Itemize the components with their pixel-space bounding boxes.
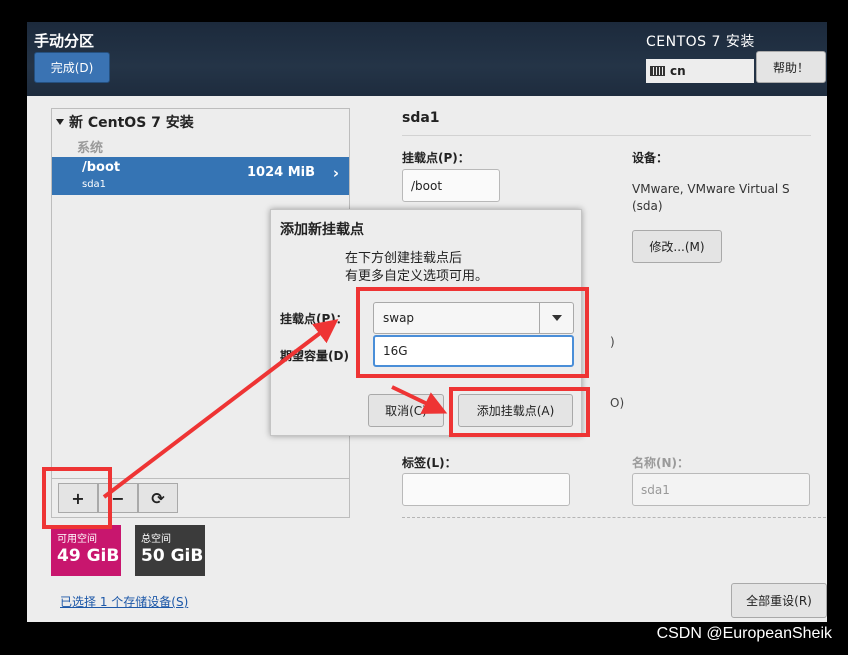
device-text: VMware, VMware Virtual S (sda) — [632, 181, 790, 215]
section-label-system: 系统 — [77, 141, 104, 156]
top-bar: 手动分区 完成(D) CENTOS 7 安装 cn 帮助！ — [27, 22, 827, 96]
mount-point-label: 挂载点(P)： — [402, 151, 470, 165]
chevron-right-icon: › — [332, 164, 339, 182]
device-label: 设备： — [632, 151, 669, 165]
remove-partition-button[interactable]: − — [98, 483, 138, 513]
available-space-value: 49 GiB — [57, 546, 120, 566]
device-text-line1: VMware, VMware Virtual S — [632, 182, 790, 196]
device-text-line2: (sda) — [632, 199, 663, 213]
total-space-box: 总空间 50 GiB — [135, 525, 205, 576]
partition-toolbar: + − ⟳ — [51, 478, 350, 518]
partition-size: 1024 MiB — [246, 165, 315, 180]
label-field[interactable] — [402, 473, 570, 506]
keyboard-layout-label: cn — [670, 64, 686, 78]
add-partition-button[interactable]: + — [58, 483, 98, 513]
total-space-value: 50 GiB — [141, 546, 204, 566]
done-button[interactable]: 完成(D) — [34, 52, 110, 83]
total-space-label: 总空间 — [141, 534, 171, 545]
expand-triangle-icon — [56, 119, 64, 125]
available-space-label: 可用空间 — [57, 534, 97, 545]
dialog-description: 在下方创建挂载点后 有更多自定义选项可用。 — [345, 250, 488, 286]
keyboard-layout-indicator[interactable]: cn — [646, 59, 754, 83]
page-title: 手动分区 — [34, 32, 95, 50]
add-mount-point-dialog: 添加新挂载点 在下方创建挂载点后 有更多自定义选项可用。 挂载点(P)： swa… — [270, 209, 582, 436]
partial-text-1: ) — [610, 335, 615, 349]
chevron-down-icon — [551, 315, 562, 321]
details-heading: sda1 — [402, 110, 440, 126]
dialog-mount-point-label: 挂载点(P)： — [280, 312, 348, 326]
combo-dropdown-button[interactable] — [539, 303, 573, 333]
keyboard-icon — [650, 66, 665, 76]
help-button[interactable]: 帮助！ — [756, 51, 826, 83]
add-mount-point-button[interactable]: 添加挂载点(A) — [458, 394, 573, 427]
partition-device: sda1 — [82, 179, 107, 190]
cancel-button[interactable]: 取消(C) — [368, 394, 444, 427]
storage-devices-link[interactable]: 已选择 1 个存储设备(S) — [60, 593, 188, 610]
install-tree-title: 新 CentOS 7 安装 — [69, 115, 194, 131]
partial-text-2: O) — [610, 396, 625, 410]
mount-point-field[interactable]: /boot — [402, 169, 500, 202]
label-field-label: 标签(L)： — [402, 456, 457, 470]
capacity-input[interactable]: 16G — [373, 335, 574, 367]
dialog-description-line2: 有更多自定义选项可用。 — [345, 269, 489, 284]
product-title: CENTOS 7 安装 — [646, 34, 755, 50]
refresh-button[interactable]: ⟳ — [138, 483, 178, 513]
mount-point-combo-value: swap — [383, 311, 415, 325]
dialog-capacity-label: 期望容量(D) — [280, 349, 349, 363]
details-divider — [402, 135, 811, 136]
partition-mount: /boot — [82, 160, 121, 175]
available-space-box: 可用空间 49 GiB — [51, 525, 121, 576]
reset-all-button[interactable]: 全部重设(R) — [731, 583, 827, 618]
modify-button[interactable]: 修改...(M) — [632, 230, 722, 263]
mount-point-combo[interactable]: swap — [373, 302, 574, 334]
install-tree-header[interactable]: 新 CentOS 7 安装 — [56, 112, 194, 132]
partition-row-boot[interactable]: /boot sda1 1024 MiB › — [52, 157, 349, 195]
dashed-divider — [402, 517, 826, 518]
watermark: CSDN @EuropeanSheik — [656, 625, 832, 642]
name-field-label: 名称(N)： — [632, 456, 690, 470]
dialog-title: 添加新挂载点 — [280, 222, 364, 238]
name-field[interactable]: sda1 — [632, 473, 810, 506]
dialog-description-line1: 在下方创建挂载点后 — [345, 251, 463, 266]
